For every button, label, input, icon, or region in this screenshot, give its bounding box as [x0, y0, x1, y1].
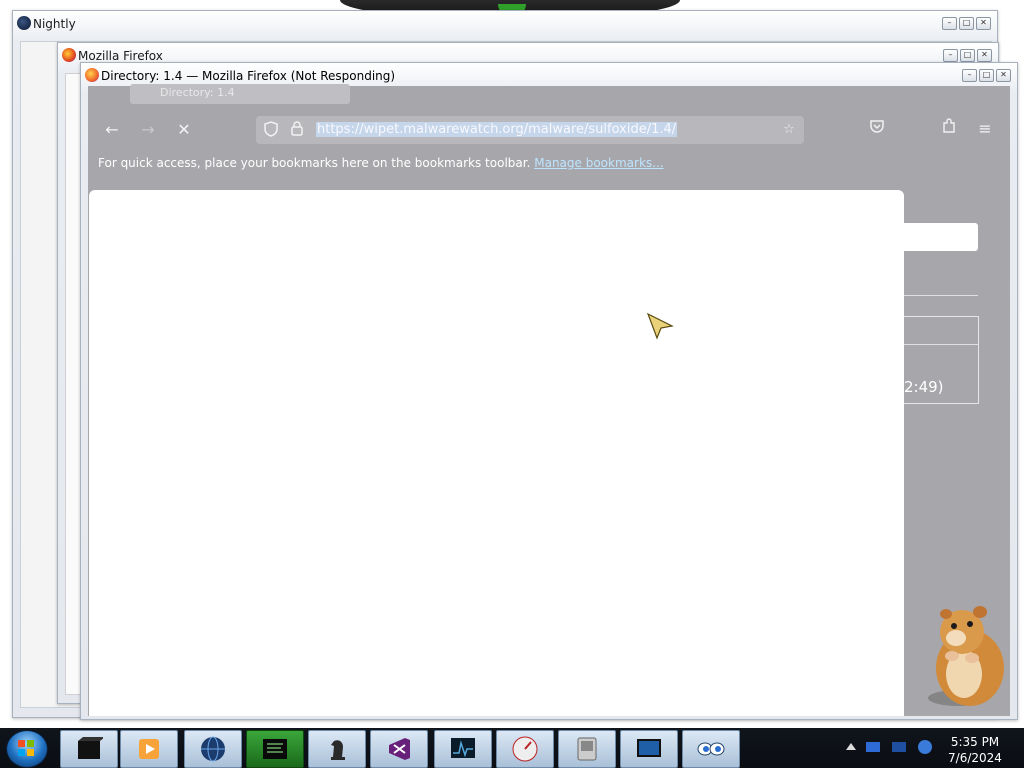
network-icon[interactable]: [864, 738, 882, 756]
firefox-main-caption-buttons: – □ ✕: [962, 69, 1011, 82]
page-content-blank: [89, 190, 904, 716]
page-partial-timestamp: 2:49): [904, 378, 944, 396]
hamburger-menu-icon[interactable]: ≡: [973, 117, 997, 141]
taskbar-app-chess[interactable]: [308, 730, 366, 768]
firefox-icon: [62, 48, 76, 62]
taskbar-app-eyes[interactable]: [682, 730, 740, 768]
lock-icon[interactable]: [288, 121, 306, 139]
minimize-button[interactable]: –: [943, 49, 958, 62]
minimize-button[interactable]: –: [962, 69, 977, 82]
page-divider: [904, 295, 978, 296]
maximize-button[interactable]: □: [979, 69, 994, 82]
taskbar-app-black-box[interactable]: [60, 730, 118, 768]
close-button[interactable]: ✕: [976, 17, 991, 30]
chess-knight-icon: [331, 740, 345, 760]
device-icon: [577, 737, 597, 761]
speaker-icon[interactable]: [916, 738, 934, 756]
browser-tab-title: Directory: 1.4: [160, 86, 235, 99]
taskbar-app-speedometer[interactable]: [496, 730, 554, 768]
taskbar-app-device[interactable]: [558, 730, 616, 768]
firefox-back-caption-buttons: – □ ✕: [943, 49, 992, 62]
windows-logo-icon: [18, 740, 34, 756]
maximize-button[interactable]: □: [959, 17, 974, 30]
display-icon: [637, 739, 661, 757]
nightly-icon: [17, 16, 31, 30]
browser-tab[interactable]: Directory: 1.4: [130, 84, 350, 104]
star-bookmark-icon[interactable]: ☆: [780, 121, 798, 139]
maximize-button[interactable]: □: [960, 49, 975, 62]
mouse-cursor-icon: [646, 312, 674, 340]
monitor-tray-icon[interactable]: [890, 738, 908, 756]
taskbar-clock[interactable]: 5:35 PM 7/6/2024: [940, 734, 1010, 766]
page-table-divider: [904, 344, 978, 345]
pocket-icon[interactable]: [865, 117, 889, 141]
bookmarks-hint-text: For quick access, place your bookmarks h…: [98, 156, 531, 170]
monitor-icon: [451, 738, 475, 758]
extensions-icon[interactable]: [937, 117, 961, 141]
taskbar-app-media-player[interactable]: [120, 730, 178, 768]
taskbar-app-visual-studio[interactable]: [370, 730, 428, 768]
stop-loading-icon[interactable]: ✕: [172, 118, 196, 142]
url-bar[interactable]: https://wipet.malwarewatch.org/malware/s…: [256, 116, 804, 144]
nightly-caption-buttons: – □ ✕: [942, 17, 991, 30]
back-arrow-icon[interactable]: ←: [100, 118, 124, 142]
minimize-button[interactable]: –: [942, 17, 957, 30]
close-button[interactable]: ✕: [977, 49, 992, 62]
taskbar-app-globe[interactable]: [184, 730, 242, 768]
nightly-window-title: Nightly: [33, 17, 76, 31]
forward-arrow-icon[interactable]: →: [136, 118, 160, 142]
close-button[interactable]: ✕: [996, 69, 1011, 82]
eyes-icon: [697, 742, 725, 756]
speedometer-icon: [512, 736, 538, 762]
firefox-main-title: Directory: 1.4 — Mozilla Firefox (Not Re…: [101, 69, 396, 83]
shield-icon[interactable]: [262, 121, 280, 139]
tray-up-arrow-icon[interactable]: [844, 740, 858, 754]
visual-studio-icon: [389, 738, 410, 760]
clock-date: 7/6/2024: [948, 751, 1002, 765]
page-search-box-fragment: [904, 223, 978, 251]
media-player-icon: [139, 739, 159, 759]
clock-time: 5:35 PM: [950, 735, 1000, 749]
globe-icon: [201, 736, 225, 762]
firefox-back-title: Mozilla Firefox: [78, 49, 163, 63]
hamster-pet-icon[interactable]: [918, 600, 1010, 710]
taskbar-app-display[interactable]: [620, 730, 678, 768]
url-text[interactable]: https://wipet.malwarewatch.org/malware/s…: [316, 122, 678, 137]
bookmarks-toolbar-hint: For quick access, place your bookmarks h…: [98, 156, 664, 170]
terminal-icon: [263, 739, 287, 759]
firefox-icon: [85, 68, 99, 82]
taskbar-app-terminal[interactable]: [246, 730, 304, 768]
black-box-icon: [78, 737, 103, 759]
taskbar-app-monitor[interactable]: [434, 730, 492, 768]
manage-bookmarks-link[interactable]: Manage bookmarks...: [534, 156, 663, 170]
